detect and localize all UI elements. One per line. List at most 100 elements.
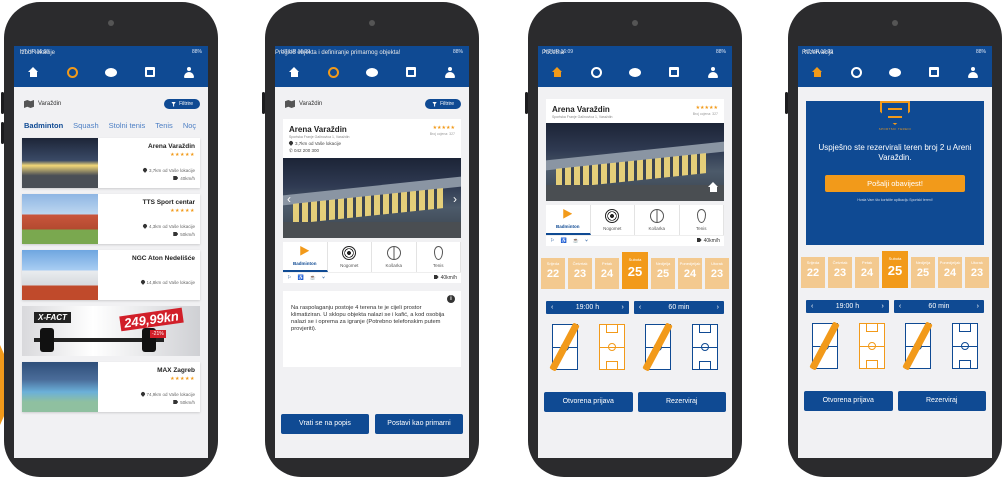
court-booked[interactable] — [902, 321, 934, 371]
date-cell[interactable]: Srijeda 22 — [801, 257, 826, 288]
camera-dot — [892, 20, 898, 26]
date-cell[interactable]: Četvrtak 23 — [828, 257, 853, 288]
filter-button[interactable]: Filtrire — [425, 99, 461, 109]
calendar-icon[interactable] — [143, 65, 157, 79]
date-strip: Srijeda 22 Četvrtak 23 Petak 24 Subota 25 Ne… — [798, 251, 992, 288]
date-cell[interactable]: Nedjelja 25 — [910, 257, 935, 288]
date-cell[interactable]: Utorak 23 — [705, 258, 730, 289]
chevron-left-icon[interactable]: ‹ — [551, 304, 553, 311]
chevron-right-icon[interactable]: › — [882, 303, 884, 310]
duration-picker[interactable]: ‹ 60 min › — [633, 301, 724, 314]
duration-picker[interactable]: ‹ 60 min › — [893, 300, 984, 313]
phone-reservation: HT HR 16:09 88% SPORTSKI TERENI Uspješno… — [785, 2, 1002, 477]
time-picker[interactable]: ‹ 19:00 h › — [546, 301, 629, 314]
user-icon[interactable] — [966, 65, 980, 79]
venue-phone[interactable]: ✆ 042 200 300 — [289, 148, 455, 154]
open-signup-button[interactable]: Otvorena prijava — [804, 391, 893, 411]
court-available[interactable] — [858, 323, 885, 369]
volleyball-icon[interactable] — [326, 65, 340, 79]
chevron-right-icon[interactable]: › — [977, 303, 979, 310]
screen-caption: Rezervacija — [802, 50, 834, 56]
open-signup-button[interactable]: Otvorena prijava — [544, 392, 633, 412]
sport-tennis[interactable]: Tenis — [680, 205, 724, 235]
calendar-icon[interactable] — [927, 65, 941, 79]
venue-photo-carousel[interactable]: ‹ › — [283, 158, 461, 238]
filter-button[interactable]: Filtrire — [164, 99, 200, 109]
user-icon[interactable] — [443, 65, 457, 79]
chat-icon[interactable] — [628, 65, 642, 79]
date-cell[interactable]: Ponedjeljak 24 — [678, 258, 703, 289]
sport-tennis[interactable]: Tenis — [417, 242, 461, 272]
home-icon[interactable] — [287, 65, 301, 79]
reserve-button[interactable]: Rezerviraj — [897, 391, 986, 411]
advertisement-banner[interactable]: X-FACT 249,99kn -21% — [22, 306, 200, 356]
date-cell[interactable]: Nedjelja 25 — [650, 258, 675, 289]
volleyball-icon[interactable] — [65, 65, 79, 79]
sport-badminton[interactable]: Badminton — [283, 242, 328, 272]
volleyball-icon[interactable] — [589, 65, 603, 79]
date-cell-selected[interactable]: Subota 25 — [882, 251, 908, 288]
court-booked[interactable] — [642, 322, 674, 372]
set-primary-button[interactable]: Postavi kao primarni — [375, 414, 463, 434]
reserve-button[interactable]: Rezerviraj — [637, 392, 726, 412]
sport-basketball[interactable]: Košarka — [635, 205, 680, 235]
action-buttons: Otvorena prijava Rezerviraj — [798, 391, 992, 411]
soccer-ball-icon — [605, 209, 620, 223]
venue-card[interactable]: TTS Sport centar ★★★★★ 4,3km od Vaše lok… — [22, 194, 200, 244]
back-to-list-button[interactable]: Vrati se na popis — [281, 414, 369, 434]
venue-distance: 4,3km od Vaše lokacije — [142, 223, 195, 229]
tab-badminton[interactable]: Badminton — [24, 121, 63, 130]
restaurant-icon: ⑂ — [584, 238, 588, 244]
carousel-prev-icon[interactable]: ‹ — [287, 192, 291, 206]
battery-level: 88% — [191, 48, 202, 55]
venue-card[interactable]: Arena Varaždin ★★★★★ 3,7km od Vaše lokac… — [22, 138, 200, 188]
battery-level: 88% — [975, 48, 986, 55]
calendar-icon[interactable] — [404, 65, 418, 79]
volleyball-icon[interactable] — [849, 65, 863, 79]
date-cell[interactable]: Petak 24 — [595, 258, 620, 289]
tab-tennis[interactable]: Tenis — [155, 121, 173, 130]
chevron-left-icon[interactable]: ‹ — [899, 303, 901, 310]
chevron-right-icon[interactable]: › — [622, 304, 624, 311]
calendar-icon[interactable] — [667, 65, 681, 79]
tab-table-tennis[interactable]: Stolni tenis — [109, 121, 146, 130]
info-icon[interactable]: i — [447, 295, 455, 303]
chat-icon[interactable] — [365, 65, 379, 79]
user-icon[interactable] — [182, 65, 196, 79]
top-nav — [14, 57, 208, 87]
court-booked[interactable] — [809, 321, 840, 371]
court-booked[interactable] — [549, 322, 580, 372]
home-icon[interactable] — [550, 65, 564, 79]
time-picker[interactable]: ‹ 19:00 h › — [806, 300, 889, 313]
chevron-left-icon[interactable]: ‹ — [811, 303, 813, 310]
chevron-right-icon[interactable]: › — [717, 304, 719, 311]
sport-basketball[interactable]: Košarka — [372, 242, 417, 272]
carousel-next-icon[interactable]: › — [453, 192, 457, 206]
sport-badminton[interactable]: Badminton — [546, 205, 591, 235]
court-available[interactable] — [951, 323, 978, 369]
date-cell[interactable]: Srijeda 22 — [541, 258, 566, 289]
tab-more[interactable]: Noç — [183, 121, 196, 130]
date-cell[interactable]: Utorak 23 — [965, 257, 990, 288]
sport-football[interactable]: Nogomet — [591, 205, 635, 235]
home-icon[interactable] — [26, 65, 40, 79]
chat-icon[interactable] — [888, 65, 902, 79]
court-available[interactable] — [598, 324, 625, 370]
venue-distance: 3,7km od Vaše lokacije — [142, 167, 195, 173]
date-cell-selected[interactable]: Subota 25 — [622, 252, 648, 289]
chevron-left-icon[interactable]: ‹ — [639, 304, 641, 311]
date-cell[interactable]: Ponedjeljak 24 — [938, 257, 963, 288]
date-cell[interactable]: Četvrtak 23 — [568, 258, 593, 289]
tab-squash[interactable]: Squash — [73, 121, 98, 130]
venue-card[interactable]: MAX Zagreb ★★★★★ 74,9km od Vaše lokacije… — [22, 362, 200, 412]
venue-card[interactable]: NGC Aton Nedelišće 14,8km od Vaše lokaci… — [22, 250, 200, 300]
user-icon[interactable] — [706, 65, 720, 79]
send-notification-button[interactable]: Pošalji obavijest! — [825, 175, 965, 192]
home-icon[interactable] — [810, 65, 824, 79]
chat-icon[interactable] — [104, 65, 118, 79]
date-cell[interactable]: Petak 24 — [855, 257, 880, 288]
court-available[interactable] — [691, 324, 718, 370]
venue-distance: 14,8km od Vaše lokacije — [139, 279, 195, 285]
venue-header-card: Arena Varaždin Sportska Franje Galinovic… — [283, 119, 461, 158]
sport-football[interactable]: Nogomet — [328, 242, 372, 272]
